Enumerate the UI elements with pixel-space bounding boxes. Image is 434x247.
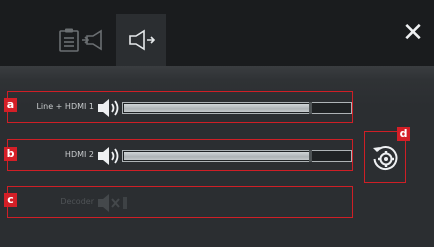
volume-fill <box>124 152 309 160</box>
callout-d: d <box>397 127 410 141</box>
volume-fill <box>124 104 309 112</box>
tab-bar: ✕ <box>0 0 434 66</box>
tab-input[interactable] <box>70 14 120 66</box>
callout-c: c <box>4 193 17 207</box>
output-row-hdmi2: HDMI 2 <box>7 139 353 171</box>
output-label: HDMI 2 <box>64 150 94 159</box>
audio-input-icon <box>82 29 102 51</box>
volume-disabled-bar <box>123 197 127 209</box>
volume-thumb[interactable] <box>309 102 312 114</box>
speaker-output-icon <box>129 29 155 51</box>
volume-thumb[interactable] <box>309 150 312 162</box>
speaker-volume-icon[interactable] <box>97 98 121 118</box>
output-row-line-hdmi1: Line + HDMI 1 <box>7 91 353 123</box>
tab-output[interactable] <box>116 14 166 66</box>
output-label: Line + HDMI 1 <box>36 102 94 111</box>
callout-b: b <box>4 147 17 161</box>
output-row-decoder: Decoder <box>7 186 353 218</box>
volume-slider[interactable] <box>122 150 352 162</box>
output-label: Decoder <box>60 197 94 206</box>
volume-slider[interactable] <box>122 102 352 114</box>
callout-a: a <box>4 98 17 112</box>
speaker-volume-icon[interactable] <box>97 146 121 166</box>
close-icon[interactable]: ✕ <box>400 20 426 46</box>
gear-reset-icon[interactable] <box>371 144 399 172</box>
speaker-muted-icon <box>98 194 120 212</box>
